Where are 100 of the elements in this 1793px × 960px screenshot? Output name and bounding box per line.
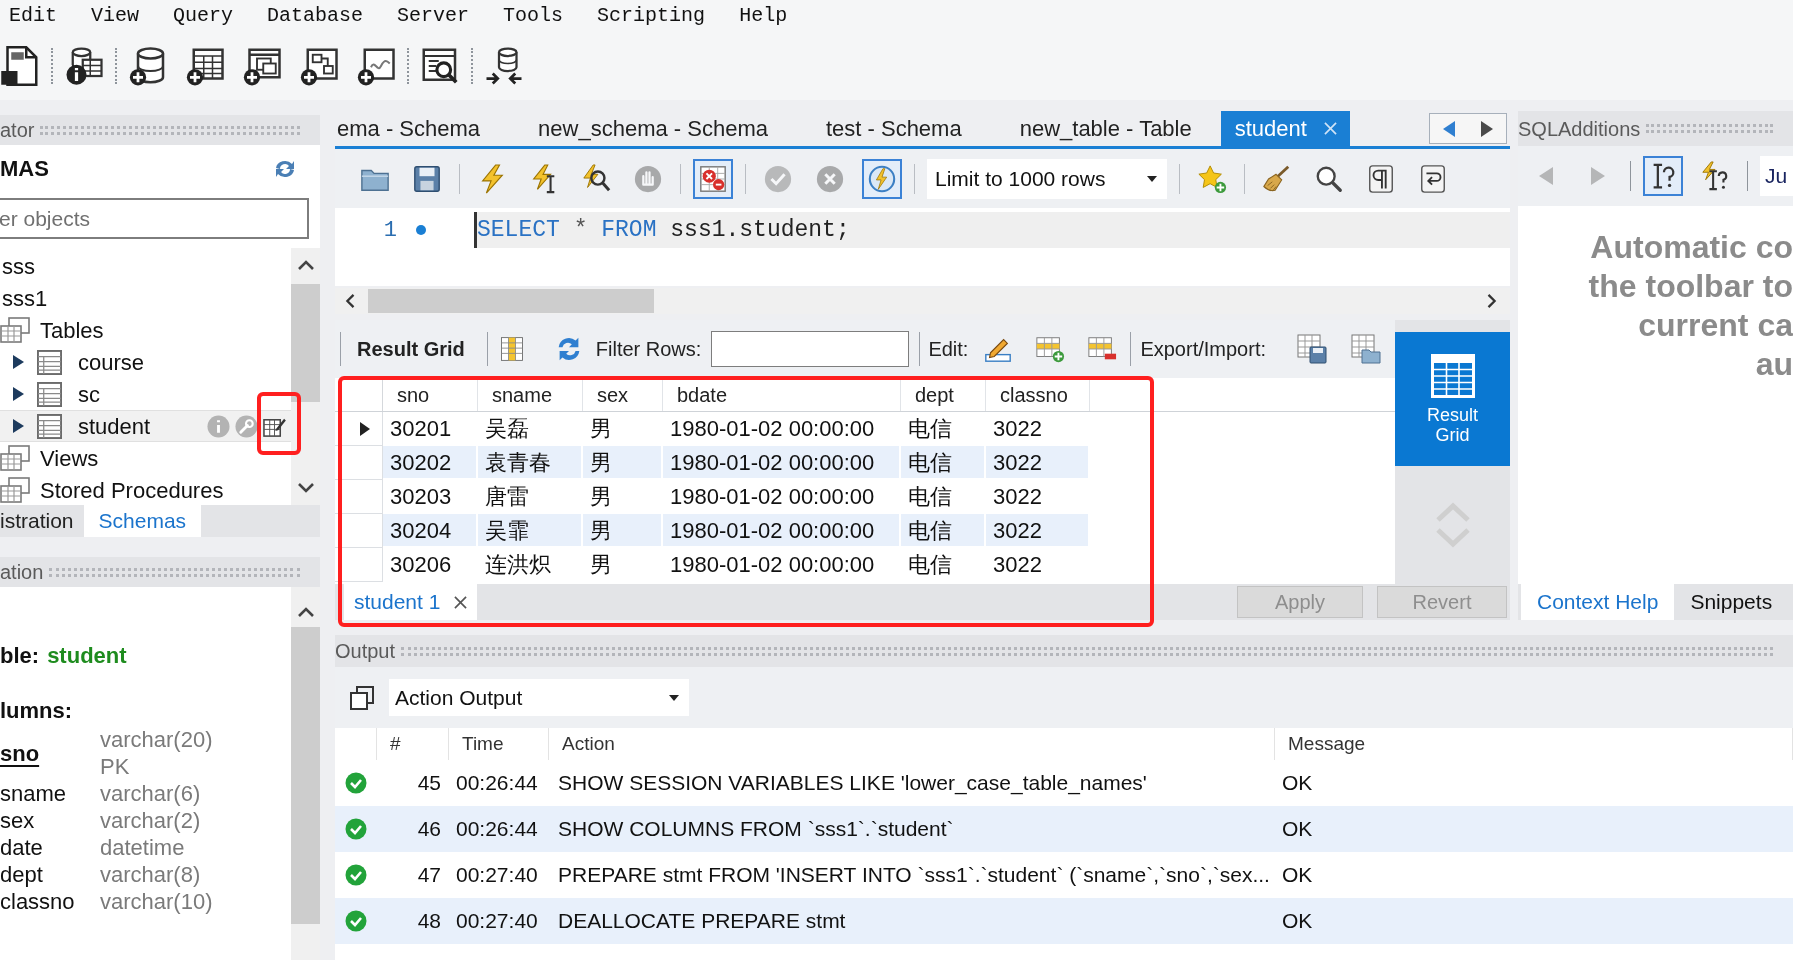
frame-add-icon[interactable] bbox=[356, 46, 396, 86]
panel-tab[interactable]: Schemas bbox=[83, 505, 202, 537]
tree-item[interactable]: Stored Procedures bbox=[0, 474, 291, 505]
panel-tab[interactable]: istration bbox=[0, 505, 82, 537]
jump-select[interactable]: Ju bbox=[1760, 156, 1793, 196]
table-row[interactable]: 46 00:26:44 SHOW COLUMNS FROM `sss1`.`student` OK bbox=[335, 806, 1793, 852]
column-name: sno bbox=[0, 739, 40, 767]
toolbar-title: Result Grid bbox=[357, 337, 465, 362]
broom-icon[interactable] bbox=[1262, 163, 1292, 194]
lightning-magnifier-icon[interactable] bbox=[581, 163, 611, 194]
wrench-icon[interactable] bbox=[235, 414, 258, 438]
scrollbar-thumb[interactable] bbox=[368, 289, 654, 313]
menu-item[interactable]: Help bbox=[739, 6, 788, 26]
filter-field[interactable] bbox=[711, 331, 910, 367]
table-add-icon[interactable] bbox=[185, 46, 225, 86]
columns-heading: lumns: bbox=[0, 697, 73, 724]
table-cell: 1980-01-02 00:00:00 bbox=[663, 514, 901, 548]
table-row[interactable]: 48 00:27:40 DEALLOCATE PREPARE stmt OK bbox=[335, 898, 1793, 944]
star-add-icon[interactable] bbox=[1197, 163, 1227, 194]
table-cell-text: OK bbox=[1281, 816, 1314, 843]
windows-add-icon[interactable] bbox=[242, 46, 282, 86]
arrow-right-icon[interactable] bbox=[1480, 119, 1494, 138]
menu-item[interactable]: Database bbox=[267, 6, 364, 26]
scroll-left-icon[interactable] bbox=[344, 294, 356, 308]
column-type: varchar(2) bbox=[100, 807, 201, 834]
menu-item[interactable]: Scripting bbox=[597, 6, 706, 26]
tree-item[interactable]: Tables bbox=[0, 314, 291, 346]
pilcrow-icon[interactable] bbox=[1366, 163, 1396, 194]
check-circle-icon bbox=[345, 864, 367, 886]
scroll-down-icon[interactable] bbox=[297, 483, 314, 493]
table-folder-icon[interactable] bbox=[1350, 333, 1382, 365]
table-cell-text: 00:27:40 bbox=[455, 862, 539, 889]
table-cell: 电信 bbox=[901, 446, 986, 480]
table-icon bbox=[37, 413, 62, 439]
column-header[interactable]: sex bbox=[583, 378, 663, 411]
check-circle-icon bbox=[345, 910, 367, 932]
tree-item[interactable]: sss bbox=[0, 250, 291, 282]
wrap-icon[interactable] bbox=[1418, 163, 1448, 194]
menu-item[interactable]: View bbox=[91, 6, 140, 26]
view-tab[interactable]: Result Grid bbox=[1395, 332, 1510, 466]
expand-arrow-icon[interactable] bbox=[12, 418, 25, 434]
diagram-add-icon[interactable] bbox=[299, 46, 339, 86]
scroll-up-icon[interactable] bbox=[297, 260, 314, 270]
column-name: date bbox=[0, 834, 43, 861]
output-select[interactable]: Action Output bbox=[389, 679, 689, 716]
scrollbar-thumb[interactable] bbox=[291, 627, 320, 924]
line-number: 1 bbox=[382, 216, 397, 245]
save-icon[interactable] bbox=[412, 163, 442, 194]
toolbar-label: Edit: bbox=[928, 337, 969, 362]
menu-item[interactable]: Edit bbox=[9, 6, 57, 26]
help-text: Automatic co the toolbar to current ca au bbox=[1587, 228, 1793, 384]
menu-item[interactable]: Query bbox=[173, 6, 234, 26]
editor-tab[interactable]: student bbox=[1220, 111, 1350, 146]
panel-title: ator bbox=[0, 120, 35, 140]
column-name: sex bbox=[0, 807, 35, 834]
scroll-right-icon[interactable] bbox=[1486, 294, 1498, 308]
column-header[interactable]: sname bbox=[478, 378, 583, 411]
column-header[interactable]: dept bbox=[901, 378, 986, 411]
column-header[interactable]: classno bbox=[986, 378, 1090, 411]
tree-item[interactable]: sss1 bbox=[0, 282, 291, 314]
row-add-icon[interactable] bbox=[1034, 334, 1067, 364]
filter-field[interactable]: er objects bbox=[0, 198, 309, 239]
expand-arrow-icon[interactable] bbox=[12, 386, 25, 402]
row-pointer-icon bbox=[358, 420, 371, 437]
table-cell-text: 45 bbox=[416, 770, 442, 797]
document-icon[interactable] bbox=[0, 46, 40, 86]
editor-tab[interactable]: new_table - Table bbox=[990, 111, 1221, 146]
table-save-icon[interactable] bbox=[1296, 333, 1328, 365]
result-tab[interactable]: student 1 bbox=[344, 584, 478, 620]
close-icon[interactable] bbox=[454, 595, 468, 609]
column-type: varchar(20) bbox=[100, 726, 213, 753]
panel-heading: MAS bbox=[0, 158, 49, 180]
tree-item[interactable]: course bbox=[0, 346, 291, 378]
editor-tab[interactable]: test - Schema bbox=[796, 111, 991, 146]
tree-item[interactable]: sc bbox=[0, 378, 291, 410]
scroll-up-icon[interactable] bbox=[297, 607, 314, 617]
column-header[interactable]: bdate bbox=[663, 378, 901, 411]
limit-select[interactable]: Limit to 1000 rows bbox=[927, 158, 1167, 199]
copy-icon[interactable] bbox=[349, 684, 375, 711]
arrow-left-icon[interactable] bbox=[1442, 119, 1456, 138]
database-connect-icon[interactable] bbox=[484, 46, 524, 86]
column-type: varchar(8) bbox=[100, 861, 201, 888]
column-header[interactable]: sno bbox=[383, 378, 478, 411]
table-search-icon[interactable] bbox=[420, 46, 460, 86]
table-cell: 电信 bbox=[901, 514, 986, 548]
tree-item[interactable]: student bbox=[0, 410, 291, 442]
scrollbar-thumb[interactable] bbox=[291, 284, 320, 402]
table-cell-text: 48 bbox=[416, 908, 442, 935]
editor-tab[interactable]: new_schema - Schema bbox=[509, 111, 797, 146]
column-type: varchar(6) bbox=[100, 780, 201, 807]
table-cell-text: 00:27:40 bbox=[455, 908, 539, 935]
tree-item[interactable]: Views bbox=[0, 442, 291, 474]
lightning-help-icon[interactable] bbox=[1700, 161, 1730, 191]
expand-arrow-icon[interactable] bbox=[12, 354, 25, 370]
menu-item[interactable]: Tools bbox=[503, 6, 564, 26]
editor-tab[interactable]: ema - Schema bbox=[335, 111, 510, 146]
menu-item[interactable]: Server bbox=[397, 6, 470, 26]
column-type: varchar(10) bbox=[100, 888, 213, 915]
panel-tab[interactable]: Context Help bbox=[1521, 584, 1675, 620]
database-info-icon[interactable] bbox=[64, 46, 104, 86]
